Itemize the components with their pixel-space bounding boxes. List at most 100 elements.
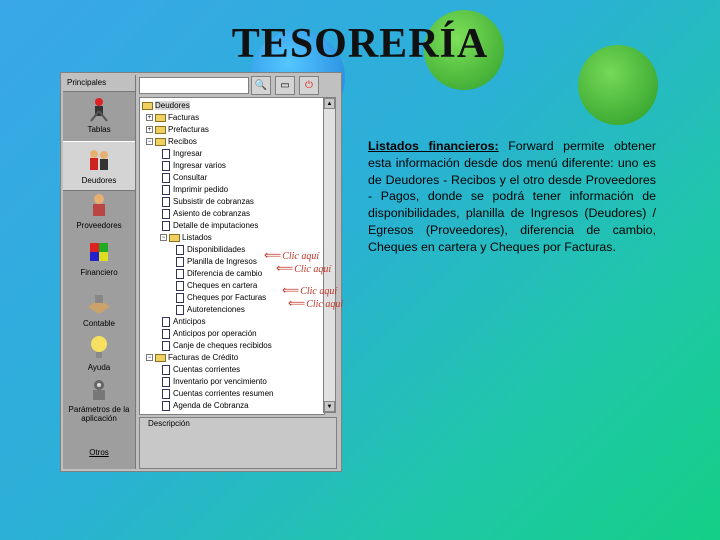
document-icon <box>176 304 184 315</box>
tree-node[interactable]: Anticipos <box>162 316 205 327</box>
tree-scrollbar[interactable]: ▲ ▼ <box>323 97 336 413</box>
arrow-left-icon: ⟸ <box>276 261 294 275</box>
document-icon <box>162 208 170 219</box>
tree-node[interactable]: Cheques en cartera <box>176 280 257 291</box>
sidebar-item-deudores[interactable]: Deudores <box>63 141 135 191</box>
sidebar-header: Principales <box>63 75 135 92</box>
document-icon <box>162 172 170 183</box>
tree-node[interactable]: Ingresar <box>162 148 202 159</box>
document-icon <box>162 160 170 171</box>
suppliers-icon <box>93 194 105 216</box>
sidebar-item-parametros[interactable]: Parámetros de la aplicación <box>63 375 135 431</box>
tree-node[interactable]: Cuentas corrientes <box>162 364 240 375</box>
exit-icon[interactable]: ⏻ <box>299 76 319 95</box>
tree-node[interactable]: Autoretenciones <box>176 304 245 315</box>
arrow-left-icon: ⟸ <box>288 296 306 310</box>
tree-node[interactable]: + Prefacturas <box>146 124 209 135</box>
sidebar-item-label: Ayuda <box>87 363 111 372</box>
financial-icon <box>90 243 108 261</box>
tree-node[interactable]: Deudores <box>142 100 190 111</box>
document-icon <box>176 280 184 291</box>
scroll-down-icon[interactable]: ▼ <box>324 401 335 412</box>
slide-title: TESORERÍA <box>231 21 489 67</box>
tree-node[interactable]: Cuentas corrientes resumen <box>162 388 274 399</box>
help-icon <box>91 336 107 358</box>
folder-icon <box>155 125 166 134</box>
tree-node[interactable]: − Facturas de Crédito <box>146 352 238 363</box>
sidebar-item-label: Tablas <box>87 125 111 134</box>
document-icon <box>162 388 170 399</box>
tree-node[interactable]: Planilla de Ingresos <box>176 256 257 267</box>
sidebar-item-label: Parámetros de la aplicación <box>68 405 130 423</box>
tree-node[interactable]: Imprimir pedido <box>162 184 228 195</box>
tree-node[interactable]: − Listados <box>160 232 212 243</box>
expand-icon[interactable]: + <box>146 114 153 122</box>
settings-icon <box>93 380 105 400</box>
callout-click-here: ⟸Clic aquí <box>276 261 332 275</box>
sidebar-item-label: Contable <box>82 319 116 328</box>
tree-node[interactable]: Canje de cheques recibidos <box>162 340 272 351</box>
document-icon <box>176 268 184 279</box>
window-icon[interactable]: ▭ <box>275 76 295 95</box>
sidebar-item-proveedores[interactable]: Proveedores <box>63 191 135 230</box>
document-icon <box>162 148 170 159</box>
tree-node[interactable]: Disponibilidades <box>176 244 245 255</box>
search-icon[interactable]: 🔍 <box>251 76 271 95</box>
document-icon <box>162 184 170 195</box>
expand-icon[interactable]: + <box>146 126 153 134</box>
description-panel-label: Descripción <box>148 419 190 428</box>
tree-node[interactable]: Asiento de cobranzas <box>162 208 250 219</box>
sidebar-item-tablas[interactable]: Tablas <box>63 95 135 134</box>
document-icon <box>162 364 170 375</box>
tree-node[interactable]: Consultar <box>162 172 207 183</box>
document-icon <box>162 316 170 327</box>
sidebar: Principales Tablas Deudores Proveedores <box>63 75 136 469</box>
tree-node[interactable]: Diferencia de cambio <box>176 268 262 279</box>
sidebar-item-financiero[interactable]: Financiero <box>63 238 135 277</box>
folder-icon <box>155 137 166 146</box>
document-icon <box>162 400 170 411</box>
accounting-icon <box>88 295 110 314</box>
sidebar-item-ayuda[interactable]: Ayuda <box>63 333 135 372</box>
sidebar-item-contable[interactable]: Contable <box>63 289 135 328</box>
document-icon <box>162 376 170 387</box>
folder-icon <box>142 101 153 110</box>
description-body: Forward permite obtener esta información… <box>368 139 656 254</box>
sidebar-item-label: Proveedores <box>76 221 122 230</box>
collapse-icon[interactable]: − <box>146 138 153 146</box>
toolbar: 🔍 ▭ ⏻ <box>139 76 339 95</box>
collapse-icon[interactable]: − <box>146 354 153 362</box>
tree-node[interactable]: Ingresar varios <box>162 160 226 171</box>
tables-icon <box>90 98 108 122</box>
sidebar-item-label: Financiero <box>80 268 118 277</box>
tree-node[interactable]: Anticipos por operación <box>162 328 257 339</box>
folder-icon <box>155 353 166 362</box>
document-icon <box>162 220 170 231</box>
tree-node[interactable]: Agenda de Cobranza <box>162 400 249 411</box>
callout-click-here: ⟸Clic aquí <box>288 296 344 310</box>
document-icon <box>162 196 170 207</box>
sidebar-item-label: Deudores <box>81 176 117 185</box>
tree-node[interactable]: − Recibos <box>146 136 197 147</box>
tree-node[interactable]: + Facturas <box>146 112 199 123</box>
document-icon <box>162 328 170 339</box>
tree-node[interactable]: Cheques por Facturas <box>176 292 266 303</box>
tree-node[interactable]: Detalle de imputaciones <box>162 220 258 231</box>
description-text: Listados financieros: Forward permite ob… <box>368 138 656 256</box>
tree-node[interactable]: Inventario por vencimiento <box>162 376 267 387</box>
document-icon <box>176 244 184 255</box>
folder-icon <box>169 233 180 242</box>
sidebar-footer-otros[interactable]: Otros <box>63 448 135 457</box>
description-panel: Descripción <box>139 417 337 469</box>
scroll-up-icon[interactable]: ▲ <box>324 98 335 109</box>
debtors-icon <box>90 150 108 170</box>
arrow-left-icon: ⟸ <box>264 248 282 262</box>
document-icon <box>176 256 184 267</box>
folder-icon <box>155 113 166 122</box>
description-label: Listados financieros: <box>368 139 499 153</box>
collapse-icon[interactable]: − <box>160 234 167 242</box>
search-input[interactable] <box>139 77 249 94</box>
document-icon <box>162 340 170 351</box>
tree-node[interactable]: Subsistir de cobranzas <box>162 196 254 207</box>
document-icon <box>176 292 184 303</box>
